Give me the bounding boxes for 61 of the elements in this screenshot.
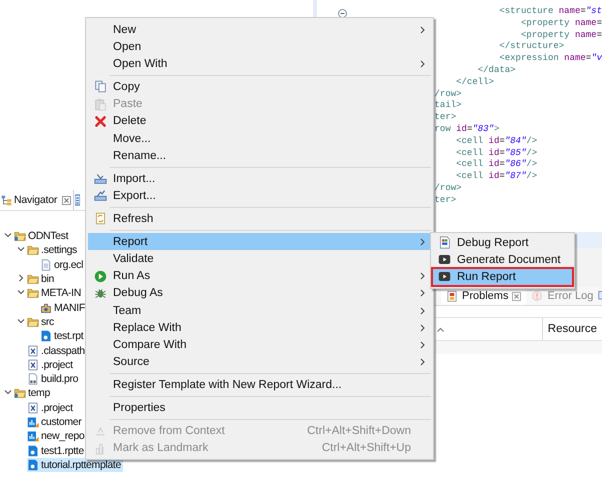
tree-item[interactable]: .settings <box>27 243 79 258</box>
code-line: <cell id="84"/> <box>455 136 538 148</box>
code-line: <property name= <box>520 30 602 42</box>
tree-item[interactable]: .project <box>27 400 75 415</box>
menu-item[interactable]: Delete <box>88 112 431 130</box>
tree-item[interactable]: MANIF <box>40 300 87 315</box>
menu-item[interactable]: Properties <box>88 400 431 417</box>
menu-item[interactable]: Report <box>88 233 431 250</box>
menu-item[interactable]: Run As <box>88 268 431 285</box>
code-line: tail> <box>434 100 463 112</box>
code-line: </structure> <box>498 41 566 54</box>
tree-item[interactable]: .project <box>27 358 75 372</box>
menu-item[interactable]: Compare With <box>88 336 431 354</box>
code-line: <expression name="v <box>498 53 602 65</box>
tree-item[interactable]: test1.rptte <box>27 444 86 458</box>
menu-item[interactable]: Replace With <box>88 319 431 336</box>
tree-item[interactable]: org.ecl <box>40 258 86 272</box>
menu-item[interactable]: Open With <box>88 55 431 73</box>
code-line: ter> <box>434 112 458 124</box>
code-line: <cell id="85"/> <box>455 148 538 160</box>
code-line: /row> <box>434 88 463 100</box>
menu-item[interactable]: Source <box>88 354 431 371</box>
shortcut-text: Ctrl+Alt+Shift+Up <box>322 442 411 454</box>
code-line: <cell id="87"/> <box>455 171 538 183</box>
tree-item[interactable]: customer <box>27 415 84 429</box>
tree-item[interactable]: new_repo <box>27 429 86 444</box>
tree-item[interactable]: .classpath <box>27 344 87 358</box>
menu-item[interactable]: Move... <box>88 130 431 148</box>
tree-item[interactable]: tutorial.rpttemplate <box>27 458 123 472</box>
code-line: row id="83"> <box>434 124 500 136</box>
menu-item[interactable]: Debug As <box>88 284 431 302</box>
tree-item[interactable]: bin <box>27 272 56 286</box>
menu-item[interactable]: Export... <box>88 187 431 204</box>
tree-item[interactable]: src <box>27 314 56 329</box>
menu-item[interactable]: Generate Document <box>432 251 573 268</box>
tree-item[interactable]: META-IN <box>27 286 83 300</box>
menu-item[interactable]: Open <box>88 38 431 56</box>
menu-item[interactable]: Validate <box>88 250 431 268</box>
menu-item[interactable]: Register Template with New Report Wizard... <box>88 376 431 394</box>
menu-item[interactable]: Run Report <box>432 268 573 286</box>
code-line: /row> <box>434 182 463 195</box>
code-line: </cell> <box>455 76 495 89</box>
menu-item[interactable]: Import... <box>88 170 431 188</box>
code-line: <structure name="st <box>498 6 602 18</box>
navigator-tab[interactable]: Navigator <box>0 190 74 210</box>
tree-item[interactable]: ODNTest <box>14 229 70 244</box>
menu-item[interactable]: Refresh <box>88 210 431 228</box>
menu-item[interactable]: Rename... <box>88 147 431 164</box>
menu-item[interactable]: New <box>88 21 431 38</box>
code-line: ter> <box>434 194 458 207</box>
code-line: <cell id="86"/> <box>455 159 538 172</box>
tree-item[interactable]: build.pro <box>27 372 80 386</box>
code-line: <property name= <box>520 18 602 30</box>
shortcut-text: Ctrl+Alt+Shift+Down <box>307 425 411 438</box>
tree-item[interactable]: temp <box>14 386 52 400</box>
menu-item[interactable]: Team <box>88 302 431 320</box>
tree-item[interactable]: test.rpt <box>40 329 86 344</box>
menu-item[interactable]: Debug Report <box>432 234 573 252</box>
column-header[interactable]: Resource <box>542 318 602 340</box>
menu-item[interactable]: Copy <box>88 78 431 96</box>
code-line: </data> <box>476 64 517 77</box>
